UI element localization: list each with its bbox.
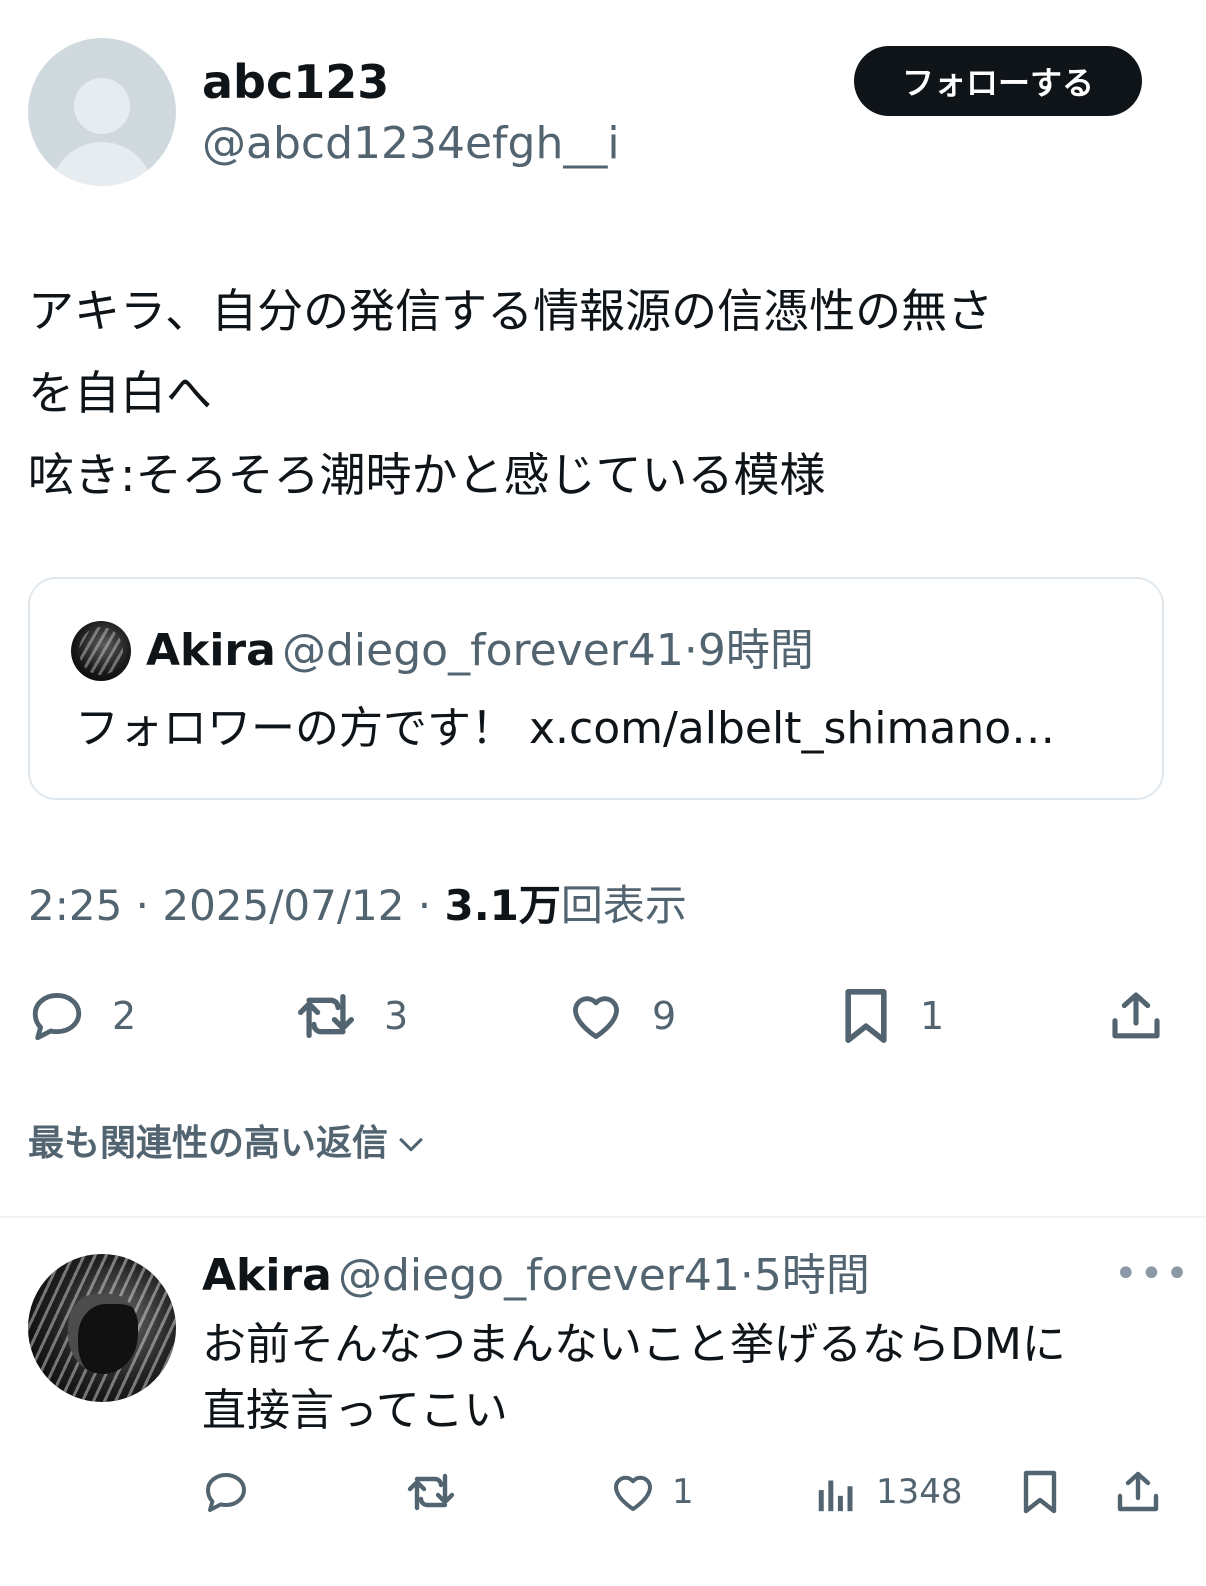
bookmark-count: 1: [920, 994, 945, 1038]
share-icon: [1117, 1471, 1159, 1512]
repost-count: 3: [384, 994, 409, 1038]
quoted-author-avatar: [71, 621, 131, 681]
views-label: 回表示: [560, 881, 687, 930]
reply-author-name[interactable]: Akira: [202, 1248, 332, 1304]
quoted-author-handle-time: @diego_forever41·9時間: [282, 625, 814, 676]
reply-views-count: 1348: [876, 1472, 963, 1512]
repost-icon: [297, 994, 355, 1038]
tweet-text-line: アキラ、自分の発信する情報源の信憑性の無さ: [28, 284, 994, 338]
follow-button[interactable]: フォローする: [854, 46, 1142, 116]
author-avatar[interactable]: [28, 38, 176, 186]
reply-author-avatar[interactable]: [28, 1254, 176, 1402]
like-button[interactable]: 9: [566, 984, 676, 1048]
reply-reply-button[interactable]: [202, 1460, 250, 1524]
reply-icon: [206, 1473, 246, 1512]
reply-button[interactable]: 2: [28, 984, 136, 1048]
reply-text-line: お前そんなつまんないこと挙げるならDMに: [202, 1319, 1066, 1370]
analytics-icon: [818, 1480, 853, 1512]
author-handle[interactable]: @abcd1234efgh__i: [202, 116, 620, 172]
repost-icon: [407, 1473, 455, 1511]
bookmark-icon: [845, 989, 887, 1043]
divider: [0, 1216, 1206, 1218]
tweet-timestamp[interactable]: 2:25 · 2025/07/12 ·: [28, 881, 445, 930]
share-icon: [1112, 992, 1160, 1039]
views-count: 3.1万: [444, 881, 561, 930]
chevron-down-icon: [399, 1138, 423, 1152]
reply-like-button[interactable]: 1: [608, 1460, 694, 1524]
repost-button[interactable]: 3: [294, 984, 408, 1048]
reply-bookmark-button[interactable]: [1018, 1460, 1062, 1524]
reply-views-button[interactable]: 1348: [814, 1460, 963, 1524]
tweet-text-line: 呟き:そろそろ潮時かと感じている模様: [28, 448, 826, 502]
bookmark-button[interactable]: 1: [838, 984, 944, 1048]
reply-repost-button[interactable]: [404, 1460, 458, 1524]
reply-like-count: 1: [672, 1472, 694, 1512]
share-button[interactable]: [1108, 984, 1164, 1048]
heart-icon: [614, 1475, 652, 1511]
more-options-icon[interactable]: •••: [1114, 1252, 1191, 1296]
reply-share-button[interactable]: [1114, 1460, 1162, 1524]
reply-count: 2: [112, 994, 137, 1038]
quoted-tweet-text: フォロワーの方です！ x.com/albelt_shimano…: [75, 703, 1056, 754]
reply-icon: [32, 993, 82, 1041]
reply-text: お前そんなつまんないこと挙げるならDMに 直接言ってこい: [202, 1312, 1162, 1444]
bookmark-icon: [1023, 1470, 1057, 1514]
author-display-name[interactable]: abc123: [202, 54, 389, 110]
quoted-author-name: Akira: [146, 625, 276, 676]
quoted-tweet-card[interactable]: Akira @diego_forever41·9時間 フォロワーの方です！ x.…: [28, 577, 1164, 800]
reply-author-handle-time[interactable]: @diego_forever41·5時間: [338, 1248, 870, 1304]
tweet-meta: 2:25 · 2025/07/12 · 3.1万回表示: [28, 878, 687, 934]
heart-icon: [573, 996, 619, 1039]
tweet-text-line: を自白へ: [28, 366, 212, 420]
like-count: 9: [652, 994, 677, 1038]
replies-sort-label: 最も関連性の高い返信: [28, 1123, 389, 1164]
tweet-text: アキラ、自分の発信する情報源の信憑性の無さ を自白へ 呟き:そろそろ潮時かと感じ…: [28, 270, 1178, 516]
replies-sort-selector[interactable]: 最も関連性の高い返信: [28, 1118, 428, 1170]
default-avatar-icon: [74, 78, 130, 134]
reply-text-line: 直接言ってこい: [202, 1385, 508, 1436]
